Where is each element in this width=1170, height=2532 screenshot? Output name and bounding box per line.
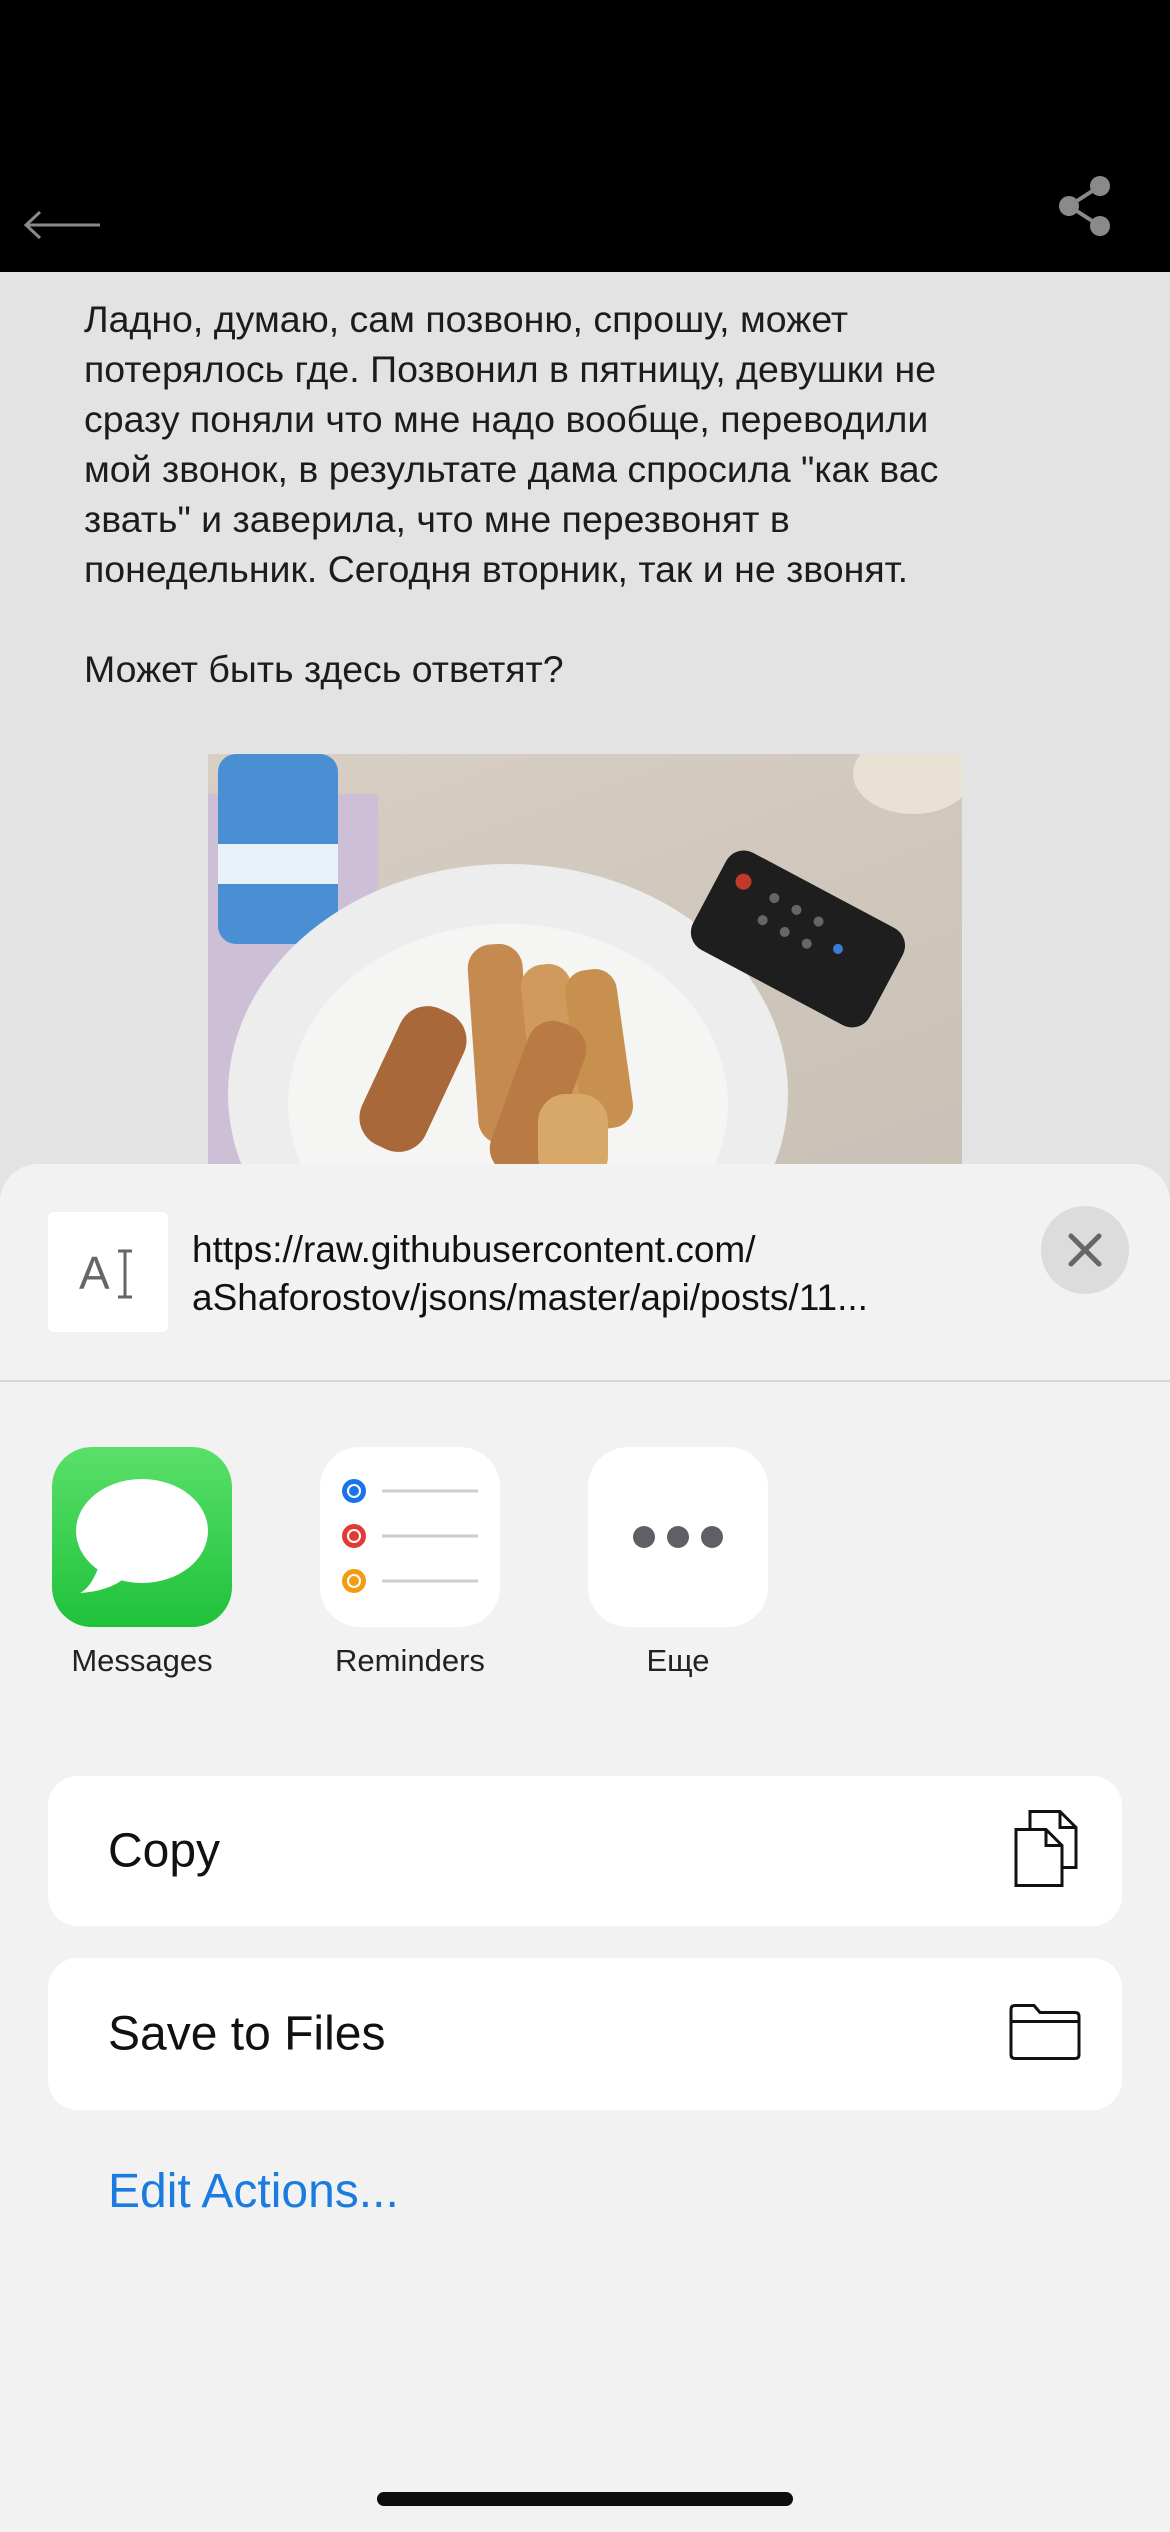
top-app-bar xyxy=(0,0,1170,272)
app-more[interactable]: Еще xyxy=(588,1447,768,1687)
share-apps-row: Messages Reminders Еще xyxy=(0,1447,1170,1707)
photo-illustration xyxy=(208,754,962,1174)
save-to-files-action[interactable]: Save to Files xyxy=(48,1958,1122,2110)
shared-url-line-1: https://raw.githubusercontent.com/ xyxy=(192,1229,756,1270)
post-photo[interactable] xyxy=(208,754,962,1174)
copy-action[interactable]: Copy xyxy=(48,1776,1122,1926)
post-content: Ладно, думаю, сам позвоню, спрошу, может… xyxy=(0,272,1170,1174)
share-sheet-header: A https://raw.githubusercontent.com/ aSh… xyxy=(0,1164,1170,1380)
svg-text:A: A xyxy=(79,1247,110,1299)
app-messages-label: Messages xyxy=(71,1643,213,1678)
back-button[interactable] xyxy=(22,200,102,250)
text-format-icon: A xyxy=(79,1247,132,1299)
edit-actions-link[interactable]: Edit Actions... xyxy=(108,2164,399,2219)
app-more-label: Еще xyxy=(646,1643,710,1678)
more-icon xyxy=(588,1447,768,1627)
share-button[interactable] xyxy=(1055,174,1115,238)
arrow-left-icon xyxy=(23,210,100,240)
app-messages[interactable]: Messages xyxy=(52,1447,232,1687)
copy-action-label: Copy xyxy=(108,1824,221,1878)
post-body-text: Ладно, думаю, сам позвоню, спрошу, может… xyxy=(84,298,939,690)
close-icon xyxy=(1068,1233,1102,1267)
app-reminders-label: Reminders xyxy=(335,1643,485,1678)
url-preview-thumbnail: A xyxy=(48,1212,168,1332)
folder-icon xyxy=(1008,2002,1082,2067)
messages-icon xyxy=(52,1447,232,1627)
home-indicator[interactable] xyxy=(377,2492,793,2506)
sheet-divider xyxy=(0,1380,1170,1382)
share-icon xyxy=(1059,176,1110,236)
app-reminders[interactable]: Reminders xyxy=(320,1447,500,1687)
share-sheet: A https://raw.githubusercontent.com/ aSh… xyxy=(0,1164,1170,2532)
save-to-files-label: Save to Files xyxy=(108,2007,386,2061)
reminders-icon xyxy=(320,1447,500,1627)
copy-icon xyxy=(1010,1808,1082,1895)
shared-url: https://raw.githubusercontent.com/ aShaf… xyxy=(192,1226,1012,1322)
shared-url-line-2: aShaforostov/jsons/master/api/posts/11..… xyxy=(192,1277,868,1318)
close-button[interactable] xyxy=(1041,1206,1129,1294)
